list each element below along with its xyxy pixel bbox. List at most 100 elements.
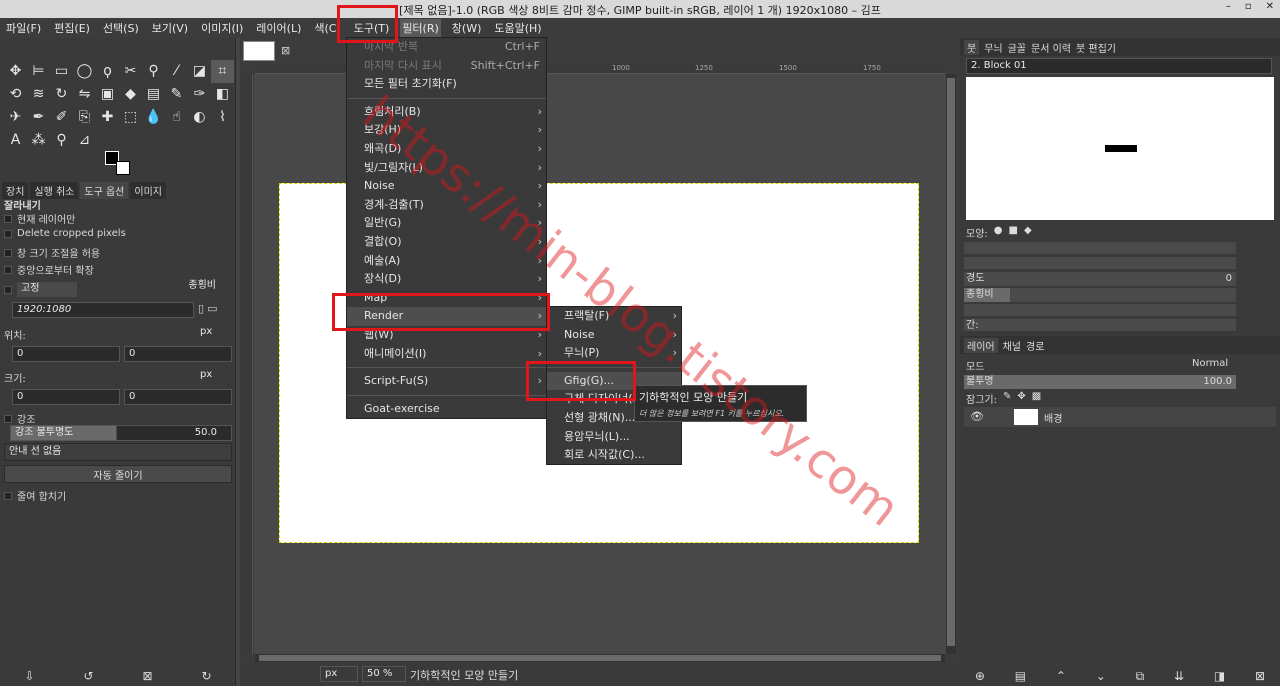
eraser-icon[interactable]: ◧	[211, 83, 234, 106]
align-tool-icon[interactable]: ⊨	[27, 60, 50, 83]
mode-select[interactable]: Normal	[1192, 358, 1228, 369]
cage-transform-icon[interactable]: ▣	[96, 83, 119, 106]
maximize-icon[interactable]: ▫	[1245, 1, 1252, 12]
option-shrink-merged[interactable]: 줄여 합치기	[4, 488, 66, 503]
rotate-icon[interactable]: ↻	[50, 83, 73, 106]
tab-images[interactable]: 이미지	[130, 182, 166, 199]
menu-image[interactable]: 이미지(I)	[199, 19, 245, 37]
lower-layer-icon[interactable]: ⌄	[1096, 669, 1106, 683]
save-options-icon[interactable]: ⇩	[24, 669, 34, 683]
zoom-tool-icon[interactable]: ⚲	[50, 129, 73, 152]
lock-alpha-icon[interactable]: ▩	[1032, 391, 1041, 406]
menu-reshow-last[interactable]: 마지막 다시 표시 Shift+Ctrl+F	[347, 57, 546, 76]
paths-icon[interactable]: ⌇	[211, 106, 234, 129]
checkbox[interactable]	[4, 265, 12, 274]
menu-decor[interactable]: 장식(D) ›	[347, 270, 546, 289]
fuzzy-select-icon[interactable]: ⚲	[142, 60, 165, 83]
menu-blur[interactable]: 흐림처리(B) ›	[347, 103, 546, 122]
size-x-input[interactable]: 0	[12, 389, 120, 405]
portrait-icon[interactable]: ▯	[198, 302, 204, 318]
airbrush-icon[interactable]: ✈	[4, 106, 27, 129]
aspect-value-input[interactable]: 1920:1080	[12, 302, 194, 318]
circle-shape-icon[interactable]: ●	[994, 225, 1003, 240]
lock-position-icon[interactable]: ✥	[1017, 391, 1025, 406]
spacing-slider[interactable]: 간:	[964, 319, 1236, 331]
aspect-ratio-slider[interactable]: 종횡비	[964, 288, 1236, 302]
pencil-icon[interactable]: ✎	[165, 83, 188, 106]
menu-render-noise[interactable]: Noise ›	[547, 326, 681, 345]
menu-select[interactable]: 선택(S)	[101, 19, 141, 37]
foreground-select-icon[interactable]: ◪	[188, 60, 211, 83]
menu-windows[interactable]: 창(W)	[450, 19, 484, 37]
visibility-eye-icon[interactable]: 👁	[970, 410, 984, 423]
rect-select-icon[interactable]: ▭	[50, 60, 73, 83]
option-expand-center[interactable]: 중앙으로부터 확장	[4, 262, 94, 277]
square-shape-icon[interactable]: ■	[1009, 225, 1018, 240]
menu-circuit[interactable]: 회로 시작값(C)...	[547, 446, 681, 465]
bg-color-swatch[interactable]	[116, 161, 130, 175]
menu-goat-exercise[interactable]: Goat-exercise	[347, 400, 546, 419]
landscape-icon[interactable]: ▭	[207, 302, 217, 318]
checkbox[interactable]	[4, 491, 12, 500]
delete-layer-icon[interactable]: ⊠	[1255, 669, 1265, 683]
merge-layer-icon[interactable]: ⇊	[1174, 669, 1184, 683]
tab-patterns[interactable]: 무늬	[984, 40, 1002, 55]
tab-channels[interactable]: 채널	[1003, 338, 1021, 353]
unified-transform-icon[interactable]: ⟲	[4, 83, 27, 106]
aspect-select[interactable]: 종횡비	[160, 279, 232, 295]
paintbrush-icon[interactable]: ✑	[188, 83, 211, 106]
menu-pattern[interactable]: 무늬(P) ›	[547, 344, 681, 363]
option-delete-cropped[interactable]: Delete cropped pixels	[4, 228, 126, 239]
color-picker-icon[interactable]: ⁂	[27, 129, 50, 152]
lock-pixels-icon[interactable]: ✎	[1003, 391, 1011, 406]
magic-wand-icon[interactable]: ⁄	[165, 60, 188, 83]
menu-reset-filters[interactable]: 모든 필터 초기화(F)	[347, 75, 546, 94]
flip-icon[interactable]: ⇋	[73, 83, 96, 106]
menu-filters[interactable]: 필터(R)	[400, 19, 441, 37]
move-tool-icon[interactable]: ✥	[4, 60, 27, 83]
scissors-icon[interactable]: ✂	[119, 60, 142, 83]
menu-enhance[interactable]: 보강(H) ›	[347, 121, 546, 140]
mask-layer-icon[interactable]: ◨	[1214, 669, 1225, 683]
option-highlight[interactable]: 강조	[4, 411, 35, 426]
ink-icon[interactable]: ✒	[27, 106, 50, 129]
option-current-layer[interactable]: 현재 레이어만	[4, 211, 75, 226]
gradient-icon[interactable]: ▤	[142, 83, 165, 106]
menu-fractals[interactable]: 프랙탈(F) ›	[547, 307, 681, 326]
dodge-burn-icon[interactable]: ◐	[188, 106, 211, 129]
tab-layers[interactable]: 레이어	[964, 337, 998, 353]
hardness-slider[interactable]: 경도 0	[964, 272, 1236, 286]
tab-paths[interactable]: 경로	[1026, 338, 1044, 353]
tab-fonts[interactable]: 글꼴	[1008, 40, 1026, 55]
spikes-slider[interactable]	[964, 257, 1236, 269]
option-fixed[interactable]: 고정	[4, 282, 77, 297]
image-tab-thumbnail[interactable]	[243, 41, 275, 61]
menu-artistic[interactable]: 예술(A) ›	[347, 252, 546, 271]
zoom-select[interactable]: 50 %	[362, 666, 406, 682]
clone-icon[interactable]: ⎘	[73, 106, 96, 129]
menu-edge-detect[interactable]: 경계-검출(T) ›	[347, 196, 546, 215]
checkbox[interactable]	[4, 285, 12, 294]
heal-icon[interactable]: ✚	[96, 106, 119, 129]
checkbox[interactable]	[4, 414, 12, 423]
menu-combine[interactable]: 결합(O) ›	[347, 233, 546, 252]
tab-brushes[interactable]: 붓	[964, 39, 980, 55]
menu-layer[interactable]: 레이어(L)	[254, 19, 303, 37]
new-layer-icon[interactable]: ⊕	[975, 669, 985, 683]
position-x-input[interactable]: 0	[12, 346, 120, 362]
menu-edit[interactable]: 편집(E)	[52, 19, 92, 37]
ellipse-select-icon[interactable]: ◯	[73, 60, 96, 83]
measure-tool-icon[interactable]: ⊿	[73, 129, 96, 152]
close-tab-icon[interactable]: ⊠	[281, 44, 290, 57]
option-allow-growing[interactable]: 창 크기 조절을 허용	[4, 245, 100, 260]
menu-noise[interactable]: Noise ›	[347, 177, 546, 196]
brush-name-field[interactable]: 2. Block 01	[966, 58, 1272, 74]
highlight-opacity-slider[interactable]: 강조 불투명도 50.0	[10, 425, 232, 441]
menu-view[interactable]: 보기(V)	[150, 19, 190, 37]
position-y-input[interactable]: 0	[124, 346, 232, 362]
new-layer-group-icon[interactable]: ▤	[1015, 669, 1026, 683]
guides-select[interactable]: 안내 선 없음	[4, 443, 232, 461]
menu-script-fu[interactable]: Script-Fu(S) ›	[347, 372, 546, 391]
position-unit-select[interactable]: px	[196, 325, 232, 341]
unit-select[interactable]: px	[320, 666, 358, 682]
